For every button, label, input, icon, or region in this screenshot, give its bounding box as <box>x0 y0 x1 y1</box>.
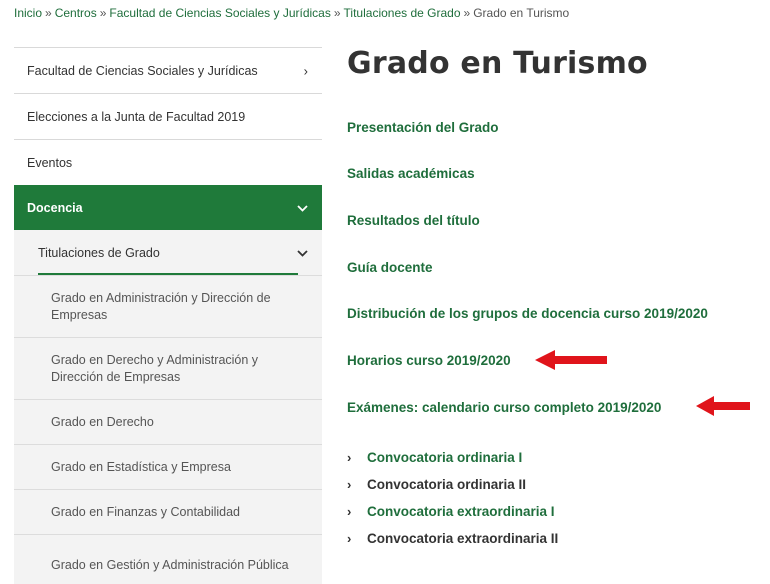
sub-link-ordinaria-2[interactable]: › Convocatoria ordinaria II <box>347 471 558 498</box>
sidebar-item-facultad[interactable]: Facultad de Ciencias Sociales y Jurídica… <box>14 47 322 93</box>
sidebar-item-eventos[interactable]: Eventos <box>14 139 322 185</box>
breadcrumb-separator: » <box>333 6 341 20</box>
page-title: Grado en Turismo <box>347 46 648 81</box>
sidebar-leaf-estadistica[interactable]: Grado en Estadística y Empresa <box>14 444 322 489</box>
breadcrumb-separator: » <box>463 6 471 20</box>
main-content: Grado en Turismo Presentación del Grado … <box>347 46 750 546</box>
red-arrow-icon <box>535 350 607 370</box>
sub-link-ordinaria-1[interactable]: › Convocatoria ordinaria I <box>347 444 558 471</box>
sidebar-leaf-label: Grado en Administración y Dirección de E… <box>51 290 271 322</box>
active-underline <box>38 273 298 275</box>
sidebar-item-label: Elecciones a la Junta de Facultad 2019 <box>27 109 246 124</box>
breadcrumb-separator: » <box>99 6 107 20</box>
link-guia-docente[interactable]: Guía docente <box>347 260 433 275</box>
chevron-down-icon <box>297 245 308 260</box>
chevron-down-icon <box>297 200 308 215</box>
exam-sub-links: › Convocatoria ordinaria I › Convocatori… <box>347 444 558 552</box>
sidebar-leaf-finanzas[interactable]: Grado en Finanzas y Contabilidad <box>14 489 322 534</box>
sidebar-leaf-label: Grado en Derecho y Administración y Dire… <box>51 352 259 384</box>
sub-link-extraordinaria-2[interactable]: › Convocatoria extraordinaria II <box>347 525 558 552</box>
sidebar-leaf-label: Grado en Estadística y Empresa <box>51 459 231 474</box>
chevron-right-icon: › <box>347 477 352 492</box>
breadcrumb-link-centros[interactable]: Centros <box>55 6 97 20</box>
breadcrumb-link-facultad[interactable]: Facultad de Ciencias Sociales y Jurídica… <box>109 6 330 20</box>
sidebar-leaf-derecho-ade[interactable]: Grado en Derecho y Administración y Dire… <box>14 337 322 399</box>
sub-link-label: Convocatoria extraordinaria I <box>367 504 555 519</box>
sidebar-item-elecciones[interactable]: Elecciones a la Junta de Facultad 2019 <box>14 93 322 139</box>
link-examenes[interactable]: Exámenes: calendario curso completo 2019… <box>347 400 661 415</box>
sub-link-label: Convocatoria ordinaria II <box>367 477 527 492</box>
chevron-right-icon: › <box>347 450 352 465</box>
sidebar-subitem-titulaciones[interactable]: Titulaciones de Grado <box>14 230 322 275</box>
sidebar-item-label: Facultad de Ciencias Sociales y Jurídica… <box>27 63 258 78</box>
link-salidas[interactable]: Salidas académicas <box>347 166 475 181</box>
chevron-right-icon: › <box>347 531 352 546</box>
chevron-right-icon: › <box>347 504 352 519</box>
sidebar-item-label: Docencia <box>27 200 83 215</box>
red-arrow-icon <box>696 396 750 416</box>
link-distribucion-grupos[interactable]: Distribución de los grupos de docencia c… <box>347 306 708 321</box>
sidebar-nav: Facultad de Ciencias Sociales y Jurídica… <box>14 47 322 584</box>
sub-link-extraordinaria-1[interactable]: › Convocatoria extraordinaria I <box>347 498 558 525</box>
breadcrumb: Inicio» Centros» Facultad de Ciencias Soci… <box>14 6 569 20</box>
sidebar-leaf-label: Grado en Gestión y Administración Públic… <box>51 558 289 572</box>
sidebar-subitem-label: Titulaciones de Grado <box>38 245 160 260</box>
link-presentacion[interactable]: Presentación del Grado <box>347 120 499 135</box>
sidebar-item-label: Eventos <box>27 155 73 170</box>
sidebar-leaf-label: Grado en Finanzas y Contabilidad <box>51 504 241 519</box>
chevron-right-icon: › <box>303 63 308 78</box>
sidebar-leaf-derecho[interactable]: Grado en Derecho <box>14 399 322 444</box>
sub-link-label: Convocatoria extraordinaria II <box>367 531 559 546</box>
sidebar-leaf-label: Grado en Derecho <box>51 414 154 429</box>
sidebar-leaf-gestion[interactable]: Grado en Gestión y Administración Públic… <box>14 534 322 584</box>
link-horarios[interactable]: Horarios curso 2019/2020 <box>347 353 511 368</box>
link-resultados[interactable]: Resultados del título <box>347 213 480 228</box>
breadcrumb-link-titulaciones[interactable]: Titulaciones de Grado <box>344 6 461 20</box>
breadcrumb-separator: » <box>45 6 52 20</box>
breadcrumb-link-inicio[interactable]: Inicio <box>14 6 42 20</box>
sidebar-leaf-ade[interactable]: Grado en Administración y Dirección de E… <box>14 275 322 337</box>
sub-link-label: Convocatoria ordinaria I <box>367 450 523 465</box>
breadcrumb-current: Grado en Turismo <box>473 6 570 20</box>
sidebar-item-docencia[interactable]: Docencia <box>14 185 322 230</box>
